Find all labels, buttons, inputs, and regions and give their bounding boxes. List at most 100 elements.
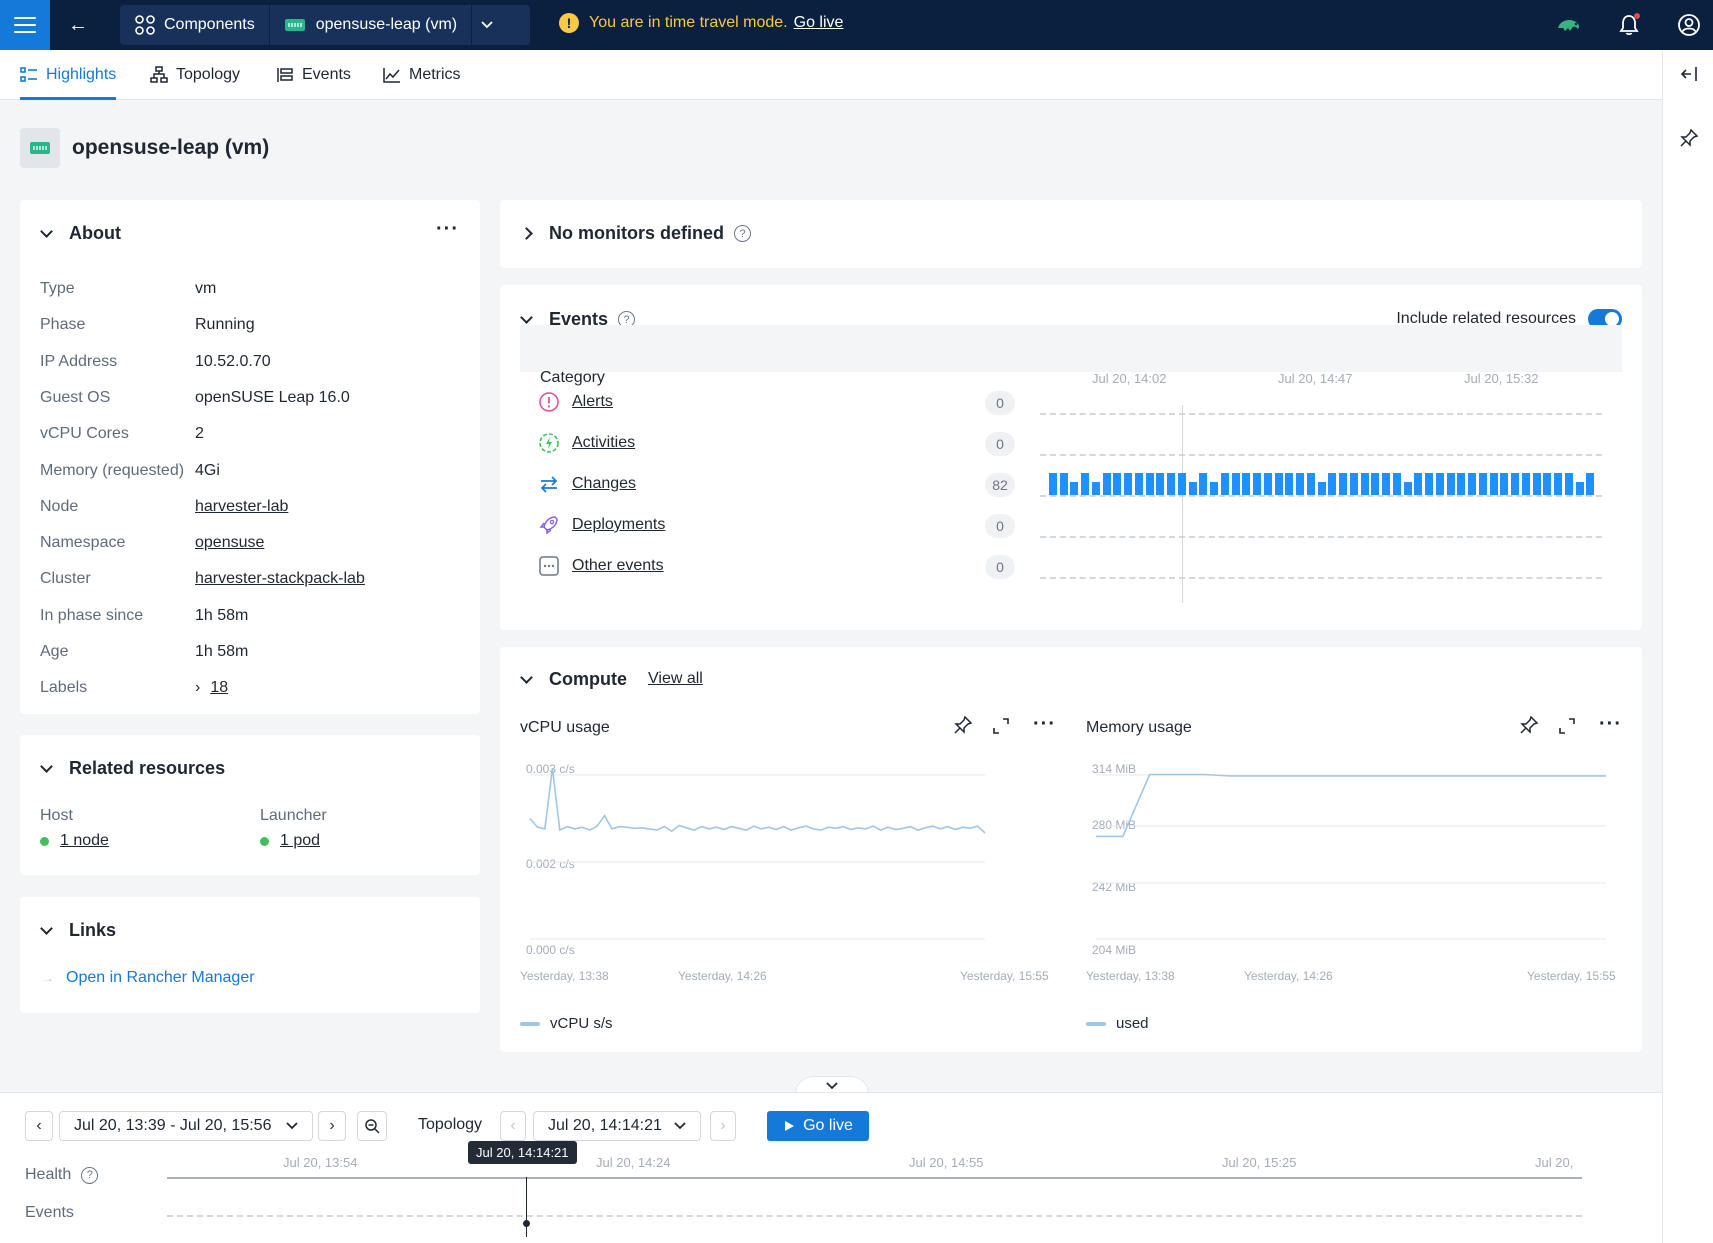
changes-bar[interactable] <box>1060 473 1068 495</box>
changes-bar[interactable] <box>1350 473 1358 495</box>
timeline-cursor[interactable] <box>526 1177 527 1237</box>
changes-bar[interactable] <box>1500 473 1508 495</box>
rancher-link-label[interactable]: Open in Rancher Manager <box>66 969 255 987</box>
changes-bar[interactable] <box>1081 473 1089 495</box>
changes-bar[interactable] <box>1285 473 1293 495</box>
expand-chart-button[interactable] <box>992 717 1010 739</box>
labels-count-link[interactable]: 18 <box>210 679 228 696</box>
changes-bar[interactable] <box>1393 473 1401 495</box>
launcher-link[interactable]: 1 pod <box>280 832 320 850</box>
changes-bar[interactable] <box>1361 473 1369 495</box>
changes-bar[interactable] <box>1447 473 1455 495</box>
collapse-panel-button[interactable] <box>1679 64 1699 88</box>
more-options-icon[interactable]: ··· <box>436 218 459 241</box>
changes-bar[interactable] <box>1092 482 1100 495</box>
changes-bar[interactable] <box>1167 473 1175 495</box>
breadcrumb-components[interactable]: Components <box>120 5 269 45</box>
go-live-link[interactable]: Go live <box>794 14 844 32</box>
tab-highlights[interactable]: Highlights <box>20 50 117 100</box>
changes-bar[interactable] <box>1457 473 1465 495</box>
changes-bar[interactable] <box>1307 473 1315 495</box>
timeline-next-button[interactable]: › <box>318 1111 346 1141</box>
help-icon[interactable]: ? <box>734 225 751 242</box>
changes-bar[interactable] <box>1135 473 1143 495</box>
go-live-button[interactable]: Go live <box>767 1111 869 1141</box>
timestamp-select[interactable]: Jul 20, 14:14:21 <box>533 1111 701 1141</box>
launcher-value[interactable]: 1 pod <box>260 832 320 850</box>
changes-bar[interactable] <box>1414 473 1422 495</box>
compute-header[interactable]: Compute <box>520 669 627 690</box>
changes-bar[interactable] <box>1124 473 1132 495</box>
changes-bar[interactable] <box>1522 473 1530 495</box>
about-header[interactable]: About <box>40 223 121 244</box>
event-category-link[interactable]: Changes <box>572 475 636 493</box>
series-line[interactable] <box>1096 773 1606 838</box>
changes-bar[interactable] <box>1425 473 1433 495</box>
timestamp-next-button[interactable]: › <box>710 1111 736 1141</box>
time-range-select[interactable]: Jul 20, 13:39 - Jul 20, 15:56 <box>59 1111 313 1141</box>
breadcrumb-dropdown[interactable] <box>471 5 501 45</box>
host-link[interactable]: 1 node <box>60 832 109 850</box>
changes-bar[interactable] <box>1404 482 1412 495</box>
changes-bar[interactable] <box>1339 473 1347 495</box>
user-menu-button[interactable] <box>1676 12 1702 42</box>
tab-topology[interactable]: Topology <box>150 50 240 100</box>
changes-bar[interactable] <box>1103 473 1111 495</box>
changes-bar[interactable] <box>1210 482 1218 495</box>
changes-bar[interactable] <box>1070 482 1078 495</box>
rancher-link[interactable]: → Open in Rancher Manager <box>42 969 255 987</box>
changes-bar[interactable] <box>1328 473 1336 495</box>
changes-bar[interactable] <box>1554 473 1562 495</box>
changes-bar[interactable] <box>1436 473 1444 495</box>
changes-bar[interactable] <box>1049 473 1057 495</box>
changes-bar[interactable] <box>1199 473 1207 495</box>
timeline-cursor-handle[interactable] <box>523 1220 530 1227</box>
changes-bar[interactable] <box>1565 473 1573 495</box>
changes-bar[interactable] <box>1382 473 1390 495</box>
menu-button[interactable] <box>0 0 50 50</box>
more-options-icon[interactable]: ··· <box>1599 713 1622 736</box>
pin-chart-button[interactable] <box>1519 715 1539 739</box>
series-line[interactable] <box>529 768 986 834</box>
changes-bar[interactable] <box>1275 473 1283 495</box>
changes-bar[interactable] <box>1543 473 1551 495</box>
changes-bar[interactable] <box>1296 473 1304 495</box>
changes-bar[interactable] <box>1264 473 1272 495</box>
event-category-link[interactable]: Other events <box>572 557 664 575</box>
changes-bar[interactable] <box>1371 473 1379 495</box>
zoom-out-button[interactable] <box>357 1111 387 1141</box>
monitors-header[interactable]: No monitors defined ? <box>520 223 751 244</box>
tab-metrics[interactable]: Metrics <box>383 50 461 100</box>
changes-bar[interactable] <box>1511 473 1519 495</box>
changes-bar[interactable] <box>1178 473 1186 495</box>
about-value[interactable]: harvester-stackpack-lab <box>195 570 365 588</box>
expand-chart-button[interactable] <box>1558 717 1576 739</box>
breadcrumb-vm[interactable]: opensuse-leap (vm) <box>268 5 471 45</box>
notifications-button[interactable] <box>1616 12 1642 42</box>
changes-bar[interactable] <box>1189 482 1197 495</box>
tab-events[interactable]: Events <box>276 50 351 100</box>
event-category-link[interactable]: Alerts <box>572 393 613 411</box>
changes-bar[interactable] <box>1533 473 1541 495</box>
changes-bar[interactable] <box>1146 473 1154 495</box>
chameleon-logo-icon[interactable] <box>1556 14 1582 34</box>
about-value[interactable]: harvester-lab <box>195 498 288 516</box>
view-all-link[interactable]: View all <box>648 670 703 688</box>
pin-chart-button[interactable] <box>953 715 973 739</box>
changes-bar[interactable] <box>1242 473 1250 495</box>
changes-bar[interactable] <box>1113 473 1121 495</box>
changes-bar[interactable] <box>1221 473 1229 495</box>
more-options-icon[interactable]: ··· <box>1033 713 1056 736</box>
about-value[interactable]: › 18 <box>195 679 228 697</box>
event-category-link[interactable]: Activities <box>572 434 635 452</box>
back-arrow-icon[interactable]: ← <box>66 13 90 37</box>
changes-bar[interactable] <box>1490 473 1498 495</box>
timestamp-prev-button[interactable]: ‹ <box>500 1111 526 1141</box>
changes-bar[interactable] <box>1468 473 1476 495</box>
pin-panel-button[interactable] <box>1679 128 1699 152</box>
changes-bar[interactable] <box>1232 473 1240 495</box>
changes-bar[interactable] <box>1479 473 1487 495</box>
links-header[interactable]: Links <box>40 920 116 941</box>
timeline-prev-button[interactable]: ‹ <box>25 1111 53 1141</box>
host-value[interactable]: 1 node <box>40 832 109 850</box>
